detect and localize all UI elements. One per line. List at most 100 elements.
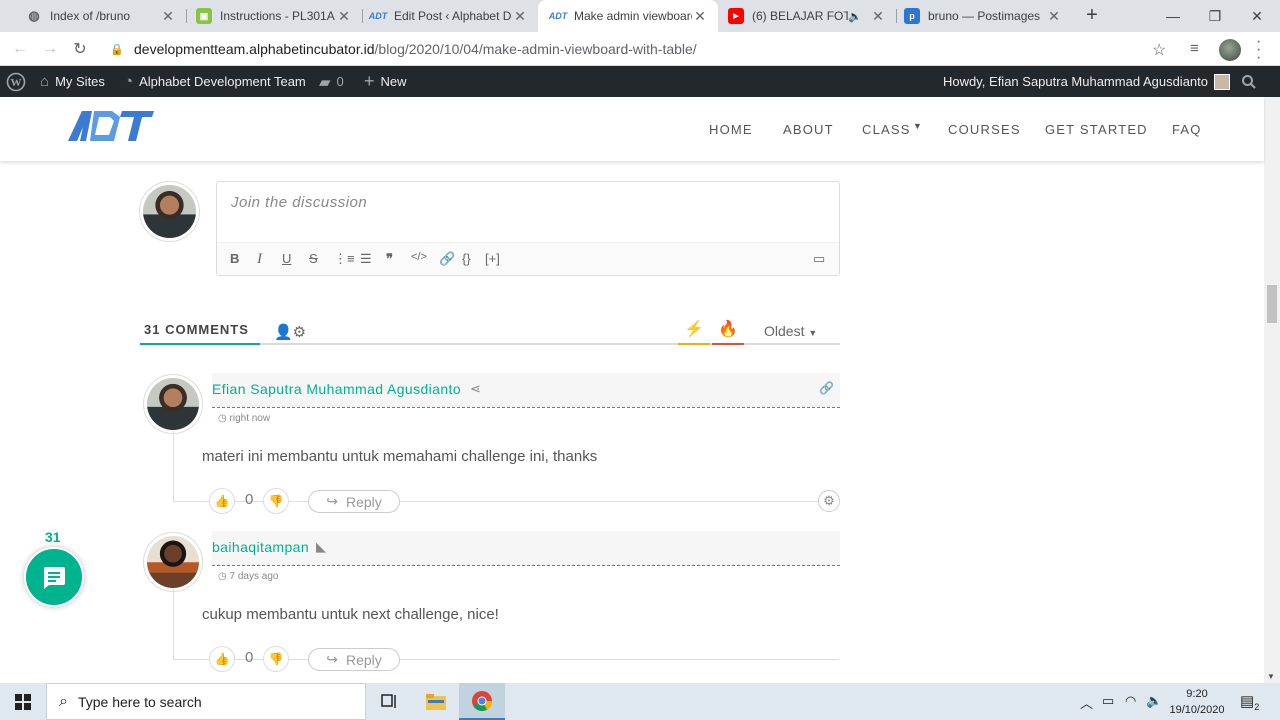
browser-toolbar: ← → ↻ 🔒 developmentteam.alphabetincubato… <box>0 32 1280 66</box>
scrollbar-thumb[interactable] <box>1267 285 1277 323</box>
back-icon[interactable]: ← <box>8 37 32 61</box>
permalink-icon[interactable]: 🔗 <box>819 381 834 395</box>
search-icon[interactable] <box>1241 66 1257 97</box>
browser-tab[interactable]: p bruno — Postimages ✕ <box>886 0 1072 32</box>
bubble-comment-count: 31 <box>45 529 61 545</box>
spoiler-icon[interactable]: [+] <box>485 251 500 266</box>
italic-icon[interactable]: I <box>257 251 262 268</box>
ordered-list-icon[interactable]: ⋮≡ <box>334 251 355 267</box>
action-center-icon[interactable]: ▤2 <box>1240 692 1259 712</box>
tab-title: Make admin viewboard <box>574 9 692 23</box>
new-content-menu[interactable]: + New <box>364 66 407 97</box>
close-icon[interactable]: ✕ <box>692 8 708 24</box>
strikethrough-icon[interactable]: S <box>309 251 318 266</box>
comment-settings-icon[interactable]: ⚙ <box>818 490 840 512</box>
wifi-icon[interactable]: ◠ <box>1125 693 1136 709</box>
battery-icon[interactable]: ▭ <box>1102 693 1114 709</box>
chevron-down-icon: ▼ <box>808 328 818 338</box>
youtube-icon: ▶ <box>728 8 744 24</box>
share-icon[interactable]: ⋖ <box>470 381 481 397</box>
image-upload-icon[interactable]: ▭ <box>813 251 825 267</box>
close-icon[interactable]: ✕ <box>1046 8 1062 24</box>
tab-title: Index of /bruno <box>50 9 131 23</box>
window-close-icon[interactable]: ✕ <box>1234 0 1280 32</box>
unordered-list-icon[interactable]: ☰ <box>360 251 372 267</box>
clock-date: 19/10/2020 <box>1169 704 1225 716</box>
address-bar[interactable]: 🔒 developmentteam.alphabetincubator.id/b… <box>104 36 1182 62</box>
browser-tab-active[interactable]: ADT Make admin viewboard ✕ <box>538 0 718 32</box>
browser-tab[interactable]: ADT Edit Post ‹ Alphabet De ✕ <box>352 0 538 32</box>
adt-icon: ADT <box>548 11 568 21</box>
current-user-avatar <box>139 181 200 242</box>
browser-tab[interactable]: ◍ Index of /bruno ✕ <box>8 0 186 32</box>
browser-tab[interactable]: ▣ Instructions - PL301A - ✕ <box>178 0 362 32</box>
chrome-taskbar-icon[interactable] <box>459 683 505 720</box>
sort-trending-icon[interactable]: ⚡ <box>678 319 710 345</box>
close-icon[interactable]: ✕ <box>336 8 352 24</box>
speaker-icon[interactable]: 🔈 <box>848 10 862 23</box>
site-name-label: Alphabet Development Team <box>139 74 306 89</box>
my-sites-menu[interactable]: ⌂ My Sites <box>40 66 105 97</box>
forward-icon[interactable]: → <box>38 37 62 61</box>
close-icon[interactable]: ✕ <box>160 8 176 24</box>
close-icon[interactable]: ✕ <box>512 8 528 24</box>
windows-start-icon[interactable] <box>0 683 46 720</box>
nav-get-started[interactable]: GET STARTED <box>1045 122 1148 137</box>
reply-button[interactable]: ↪ Reply <box>308 490 400 513</box>
chrome-menu-icon[interactable]: · · · <box>1256 34 1261 66</box>
code-icon[interactable]: </> <box>411 251 427 263</box>
globe-icon: ◍ <box>28 8 40 23</box>
comment-author[interactable]: Efian Saputra Muhammad Agusdianto <box>212 381 461 397</box>
comment-input[interactable]: Join the discussion <box>231 194 367 211</box>
nav-courses[interactable]: COURSES <box>948 122 1021 137</box>
reply-arrow-icon: ↪ <box>326 493 338 509</box>
quote-icon[interactable]: ❞ <box>386 251 393 267</box>
downvote-icon[interactable]: 👎 <box>263 646 289 672</box>
rss-icon[interactable]: ◣ <box>316 539 326 555</box>
howdy-label: Howdy, Efian Saputra Muhammad Agusdianto <box>943 74 1208 89</box>
page-scrollbar[interactable]: ▼ <box>1264 97 1280 683</box>
volume-icon[interactable]: 🔈 <box>1146 693 1162 709</box>
comments-menu[interactable]: ▰ 0 <box>319 66 344 97</box>
downvote-icon[interactable]: 👎 <box>263 488 289 514</box>
browser-tab[interactable]: ▶ (6) BELAJAR FOTO - 🔈 ✕ <box>718 0 896 32</box>
commenter-avatar <box>143 374 203 434</box>
upvote-icon[interactable]: 👍 <box>209 488 235 514</box>
sort-hottest-icon[interactable]: 🔥 <box>712 319 744 345</box>
sort-order-select[interactable]: Oldest ▼ <box>764 323 817 339</box>
bookmark-star-icon[interactable]: ☆ <box>1152 40 1166 60</box>
underline-icon[interactable]: U <box>282 251 291 266</box>
source-code-icon[interactable]: {} <box>462 251 471 266</box>
restore-icon[interactable]: ❐ <box>1192 0 1238 32</box>
my-account-menu[interactable]: Howdy, Efian Saputra Muhammad Agusdianto <box>943 66 1230 97</box>
comment-author[interactable]: baihaqitampan <box>212 539 309 555</box>
system-clock[interactable]: 9:20 19/10/2020 <box>1166 686 1228 718</box>
comment-bubble-button[interactable] <box>24 547 84 607</box>
link-icon[interactable]: 🔗 <box>439 251 455 267</box>
bold-icon[interactable]: B <box>230 251 239 266</box>
task-view-icon[interactable] <box>367 683 413 720</box>
reading-list-icon[interactable]: ≡ <box>1190 40 1199 57</box>
wordpress-logo-icon[interactable]: W <box>6 66 26 97</box>
notification-count: 2 <box>1254 702 1260 712</box>
nav-class[interactable]: CLASS <box>862 122 911 137</box>
upvote-icon[interactable]: 👍 <box>209 646 235 672</box>
lock-icon: 🔒 <box>110 43 124 56</box>
reply-label: Reply <box>345 493 382 510</box>
subscribe-icon[interactable]: 👤⚙ <box>274 323 306 341</box>
scroll-down-icon[interactable]: ▼ <box>1267 672 1275 681</box>
close-icon[interactable]: ✕ <box>870 8 886 24</box>
nav-about[interactable]: ABOUT <box>783 122 834 137</box>
site-name-menu[interactable]: ◔ Alphabet Development Team <box>124 66 306 97</box>
show-hidden-icons-icon[interactable]: ︿ <box>1080 693 1093 712</box>
new-tab-icon[interactable]: + <box>1082 5 1102 26</box>
minimize-icon[interactable]: — <box>1150 0 1196 32</box>
nav-faq[interactable]: FAQ <box>1172 122 1202 137</box>
file-explorer-icon[interactable] <box>413 683 459 720</box>
reply-button[interactable]: ↪ Reply <box>308 648 400 671</box>
adt-logo[interactable] <box>68 107 154 143</box>
nav-home[interactable]: HOME <box>709 122 753 137</box>
profile-avatar[interactable] <box>1219 39 1241 61</box>
taskbar-search-box[interactable]: ⌕ Type here to search <box>46 683 366 720</box>
reload-icon[interactable]: ↻ <box>68 37 92 61</box>
